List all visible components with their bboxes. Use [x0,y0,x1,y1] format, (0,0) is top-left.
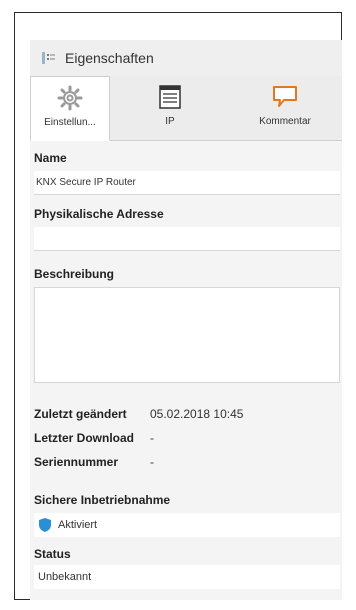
properties-icon [39,48,59,68]
serial-number-row: Seriennummer - [34,455,154,469]
description-label: Beschreibung [34,267,115,281]
serial-number-value: - [150,455,154,469]
secure-commissioning-label: Sichere Inbetriebnahme [34,493,171,507]
last-changed-label: Zuletzt geändert [34,407,127,421]
last-download-label: Letzter Download [34,431,135,445]
last-download-value: - [150,431,154,445]
panel-titlebar: Eigenschaften [30,40,342,76]
panel-title: Eigenschaften [65,50,154,66]
name-field[interactable]: KNX Secure IP Router [34,171,340,195]
tab-settings-label: Einstellun... [44,117,96,128]
status-value: Unbekannt [34,565,340,589]
tab-settings[interactable]: Einstellun... [30,76,110,141]
settings-content: Name KNX Secure IP Router Physikalische … [30,141,342,600]
shield-icon [38,517,52,533]
comment-icon [272,84,298,110]
tab-comment-label: Kommentar [259,116,311,127]
last-changed-row: Zuletzt geändert 05.02.2018 10:45 [34,407,243,421]
gear-icon [57,85,83,111]
physical-address-field[interactable] [34,227,340,251]
secure-commissioning-value: Aktiviert [58,519,98,531]
status-label: Status [34,547,71,561]
last-changed-value: 05.02.2018 10:45 [150,407,244,421]
serial-number-label: Seriennummer [34,455,119,469]
tab-bar: Einstellun... IP Kommentar [30,76,342,141]
tab-comment[interactable]: Kommentar [240,76,330,140]
last-download-row: Letzter Download - [34,431,154,445]
properties-panel: Eigenschaften Einstellun... IP Kommentar… [30,40,342,600]
tab-ip-label: IP [165,116,175,127]
secure-commissioning-status[interactable]: Aktiviert [34,513,340,537]
tab-ip[interactable]: IP [140,76,200,140]
physical-address-label: Physikalische Adresse [34,207,164,221]
ip-config-icon [159,84,181,110]
description-field[interactable] [34,287,340,383]
name-label: Name [34,151,67,165]
